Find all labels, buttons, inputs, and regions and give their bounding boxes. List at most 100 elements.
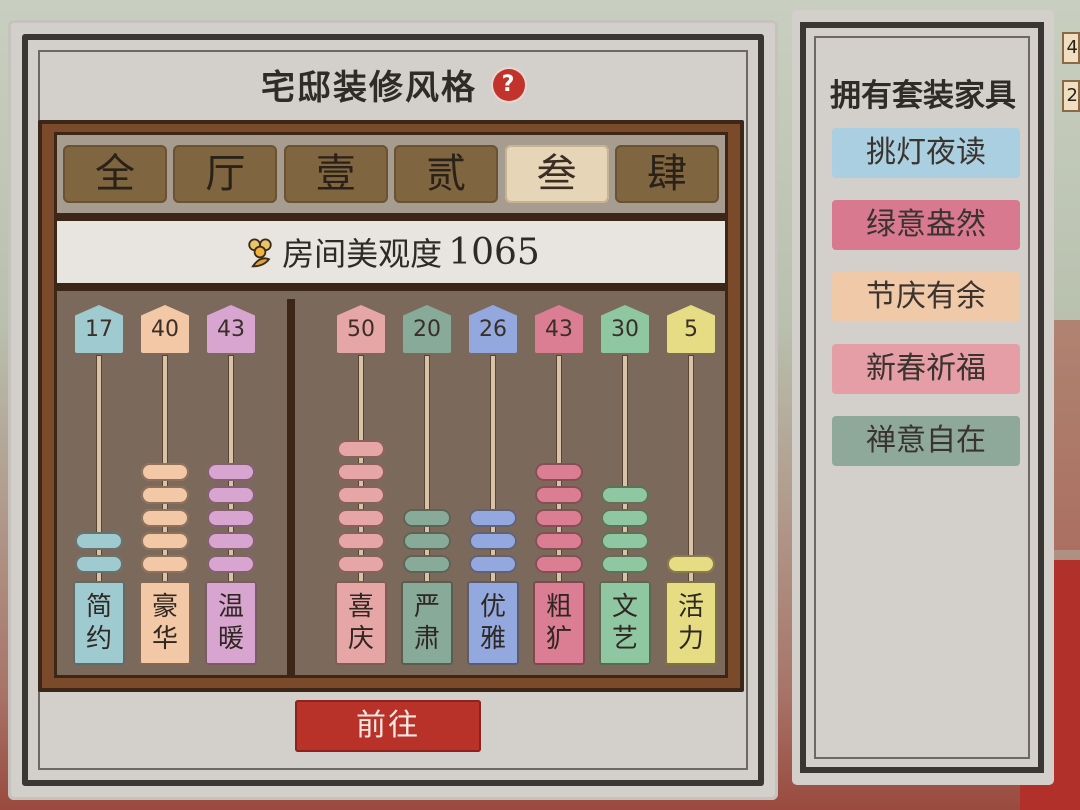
- resource-counter: 2: [1062, 80, 1080, 112]
- style-name-char: 文: [611, 592, 638, 622]
- style-value: 20: [413, 317, 441, 342]
- style-name-char: 约: [85, 624, 112, 654]
- style-column[interactable]: 40 豪华: [137, 305, 193, 685]
- style-name-plate: 简约: [73, 581, 125, 665]
- style-value-tag: 26: [469, 305, 517, 353]
- owned-sets-panel: 拥有套装家具 挑灯夜读绿意盎然节庆有余新春祈福禅意自在: [792, 10, 1054, 785]
- abacus-bead: [337, 555, 385, 573]
- style-rods: 17 简约 40 豪华 43 温暖 50 喜庆 20 严肃 26 优雅 43 粗犷 30 文艺 5 活力: [57, 299, 725, 675]
- abacus-bead: [75, 555, 123, 573]
- abacus-bead: [337, 509, 385, 527]
- abacus-bead: [403, 509, 451, 527]
- abacus-bead: [337, 532, 385, 550]
- beauty-label: 房间美观度: [282, 235, 443, 273]
- style-value: 40: [151, 317, 179, 342]
- style-value: 26: [479, 317, 507, 342]
- abacus-bead: [337, 440, 385, 458]
- style-name-plate: 优雅: [467, 581, 519, 665]
- abacus-bead: [535, 509, 583, 527]
- style-name-char: 庆: [347, 624, 374, 654]
- style-column[interactable]: 5 活力: [663, 305, 719, 685]
- abacus-rod: [688, 355, 694, 587]
- abacus-bead: [601, 532, 649, 550]
- abacus-bead: [141, 555, 189, 573]
- abacus-bead: [469, 532, 517, 550]
- room-tab[interactable]: 肆: [614, 145, 719, 203]
- style-value-tag: 30: [601, 305, 649, 353]
- style-name-char: 喜: [347, 592, 374, 622]
- panel-title: 宅邸装修风格: [261, 68, 477, 108]
- abacus-bead: [403, 532, 451, 550]
- abacus-bead: [535, 532, 583, 550]
- style-column[interactable]: 17 简约: [71, 305, 127, 685]
- resource-counter: 4: [1062, 32, 1080, 64]
- style-column[interactable]: 26 优雅: [465, 305, 521, 685]
- abacus-rod: [622, 355, 628, 587]
- room-tab[interactable]: 壹: [283, 145, 388, 203]
- style-name-plate: 粗犷: [533, 581, 585, 665]
- decoration-style-panel: 宅邸装修风格? 全厅壹贰叁肆 房间美观度 1065 17 简约 40 豪华 43 温暖 50…: [8, 20, 778, 800]
- style-name-plate: 温暖: [205, 581, 257, 665]
- furniture-set-item[interactable]: 新春祈福: [832, 344, 1020, 394]
- style-name-char: 粗: [545, 592, 572, 622]
- style-value: 17: [85, 317, 113, 342]
- furniture-set-item[interactable]: 节庆有余: [832, 272, 1020, 322]
- abacus-bead: [337, 486, 385, 504]
- abacus-bead: [337, 463, 385, 481]
- style-value-tag: 43: [207, 305, 255, 353]
- furniture-set-item[interactable]: 禅意自在: [832, 416, 1020, 466]
- style-name-plate: 文艺: [599, 581, 651, 665]
- room-beauty-bar: 房间美观度 1065: [57, 221, 725, 291]
- abacus-bead: [469, 509, 517, 527]
- abacus-bead: [403, 555, 451, 573]
- style-value: 30: [611, 317, 639, 342]
- style-column[interactable]: 43 粗犷: [531, 305, 587, 685]
- flower-icon: [248, 238, 272, 268]
- room-tab[interactable]: 贰: [394, 145, 499, 203]
- abacus-bead: [207, 463, 255, 481]
- beauty-value: 1065: [448, 231, 540, 273]
- style-column[interactable]: 20 严肃: [399, 305, 455, 685]
- abacus-bead: [207, 509, 255, 527]
- abacus-bead: [141, 463, 189, 481]
- style-column[interactable]: 30 文艺: [597, 305, 653, 685]
- abacus-bead: [535, 463, 583, 481]
- style-name-char: 活: [677, 592, 704, 622]
- style-name-plate: 喜庆: [335, 581, 387, 665]
- room-tab[interactable]: 全: [63, 145, 167, 203]
- style-value-tag: 5: [667, 305, 715, 353]
- style-value: 50: [347, 317, 375, 342]
- style-column[interactable]: 50 喜庆: [333, 305, 389, 685]
- help-icon[interactable]: ?: [493, 68, 525, 101]
- style-name-char: 雅: [479, 624, 506, 654]
- style-name-char: 肃: [413, 624, 440, 654]
- abacus-bead: [207, 555, 255, 573]
- style-value-tag: 50: [337, 305, 385, 353]
- style-name-char: 温: [217, 592, 244, 622]
- style-value: 5: [684, 317, 698, 342]
- abacus-rod: [424, 355, 430, 587]
- furniture-set-item[interactable]: 挑灯夜读: [832, 128, 1020, 178]
- style-value: 43: [217, 317, 245, 342]
- room-tab[interactable]: 叁: [504, 145, 609, 203]
- furniture-set-item[interactable]: 绿意盎然: [832, 200, 1020, 250]
- room-tab[interactable]: 厅: [173, 145, 278, 203]
- panel-title-row: 宅邸装修风格?: [8, 60, 778, 109]
- abacus-bead: [601, 509, 649, 527]
- abacus-bead: [535, 486, 583, 504]
- style-value: 43: [545, 317, 573, 342]
- style-value-tag: 40: [141, 305, 189, 353]
- abacus-bead: [141, 486, 189, 504]
- room-tabs: 全厅壹贰叁肆: [57, 135, 725, 213]
- owned-sets-title: 拥有套装家具: [830, 78, 1016, 114]
- go-button[interactable]: 前往: [295, 700, 481, 752]
- abacus-rod: [96, 355, 102, 587]
- abacus-bead: [601, 555, 649, 573]
- style-name-char: 优: [479, 592, 506, 622]
- style-name-char: 华: [151, 624, 178, 654]
- style-name-char: 暖: [217, 624, 244, 654]
- style-column[interactable]: 43 温暖: [203, 305, 259, 685]
- style-name-char: 豪: [151, 592, 178, 622]
- style-name-char: 艺: [611, 624, 638, 654]
- abacus-rod: [490, 355, 496, 587]
